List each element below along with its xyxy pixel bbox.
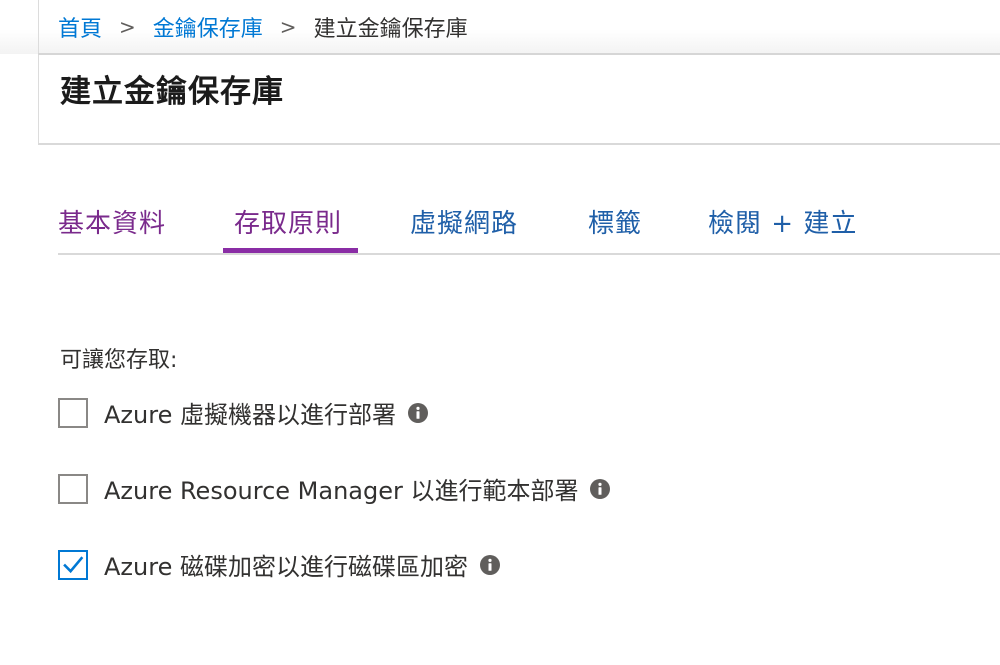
tab-tags[interactable]: 標籤 [588,203,642,240]
chevron-right-icon: > [119,15,136,39]
disk-encryption-checkbox[interactable] [58,549,88,580]
tabs-divider [58,253,1000,255]
option-vm-deployment: Azure 虛擬機器以進行部署 [58,395,428,430]
top-bar-divider [38,53,1000,55]
breadcrumb-key-vaults-link[interactable]: 金鑰保存庫 [153,11,263,43]
tab-virtual-network[interactable]: 虛擬網路 [410,203,518,240]
option-arm-deployment: Azure Resource Manager 以進行範本部署 [58,471,611,506]
arm-deployment-label: Azure Resource Manager 以進行範本部署 [104,477,579,505]
tab-access-policy[interactable]: 存取原則 [234,203,342,240]
disk-encryption-label: Azure 磁碟加密以進行磁碟區加密 [104,553,468,581]
info-icon[interactable] [479,554,500,575]
left-rule [38,0,39,145]
tab-review-create[interactable]: 檢閱 + 建立 [708,203,857,240]
breadcrumb-home-link[interactable]: 首頁 [58,11,102,43]
breadcrumb: 首頁 > 金鑰保存庫 > 建立金鑰保存庫 [58,10,468,44]
vm-deployment-checkbox[interactable] [58,397,88,428]
option-disk-encryption: Azure 磁碟加密以進行磁碟區加密 [58,547,500,582]
access-section-label: 可讓您存取: [60,348,178,373]
info-icon[interactable] [590,478,611,499]
header-divider [38,143,1000,145]
page-title: 建立金鑰保存庫 [60,74,284,110]
checkmark-icon [63,555,84,573]
chevron-right-icon: > [279,15,297,39]
tab-basics[interactable]: 基本資料 [58,203,166,240]
arm-deployment-checkbox[interactable] [58,473,88,504]
info-icon[interactable] [407,402,428,423]
breadcrumb-current: 建立金鑰保存庫 [313,17,468,42]
vm-deployment-label: Azure 虛擬機器以進行部署 [104,401,396,429]
